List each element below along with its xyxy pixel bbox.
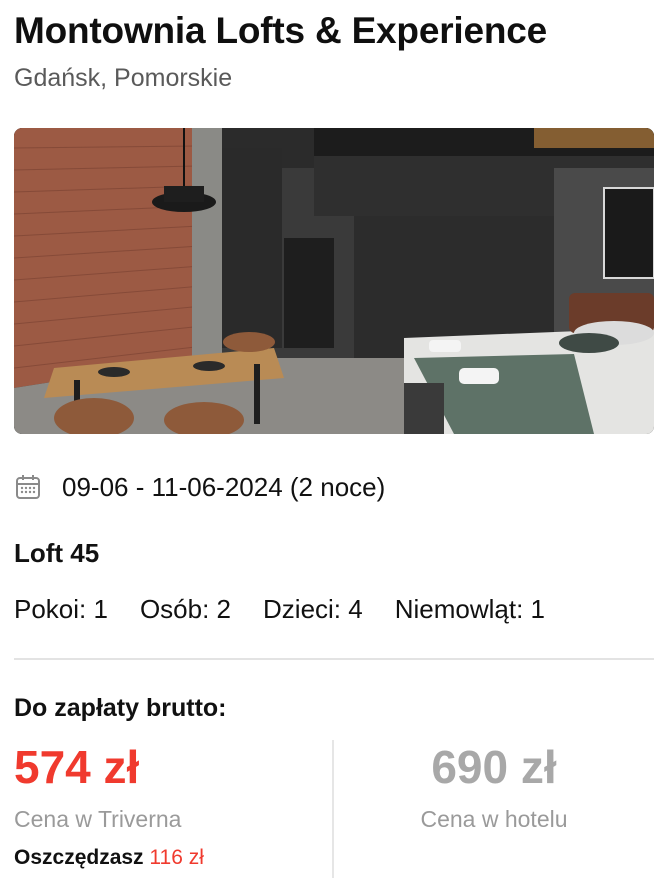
stay-dates: 09-06 - 11-06-2024 (2 noce)	[62, 471, 386, 502]
rooms-count: Pokoi: 1	[14, 594, 108, 624]
savings-amount: 116 zł	[149, 846, 204, 869]
infants-count: Niemowląt: 1	[394, 594, 545, 624]
room-name: Loft 45	[14, 538, 100, 568]
hotel-location: Gdańsk, Pomorskie	[14, 64, 233, 92]
section-divider	[14, 658, 654, 660]
triverna-price: 574 zł	[14, 741, 140, 793]
calendar-icon	[14, 473, 42, 501]
savings-prefix: Oszczędzasz	[14, 846, 144, 869]
hotel-photo	[14, 128, 654, 434]
hotel-price-label: Cena w hotelu	[420, 806, 568, 832]
booking-summary: Montownia Lofts & Experience Gdańsk, Pom…	[0, 0, 666, 878]
savings-text: Oszczędzasz 116 zł	[14, 846, 204, 870]
triverna-price-label: Cena w Triverna	[14, 806, 182, 832]
hotel-price: 690 zł	[431, 741, 557, 793]
stay-dates-row: 09-06 - 11-06-2024 (2 noce)	[14, 470, 385, 504]
payment-label: Do zapłaty brutto:	[14, 694, 227, 722]
occupancy-row: Pokoi: 1 Osób: 2 Dzieci: 4 Niemowląt: 1	[14, 594, 577, 625]
children-count: Dzieci: 4	[263, 594, 363, 624]
adults-count: Osób: 2	[139, 594, 232, 624]
hotel-name: Montownia Lofts & Experience	[14, 10, 548, 51]
